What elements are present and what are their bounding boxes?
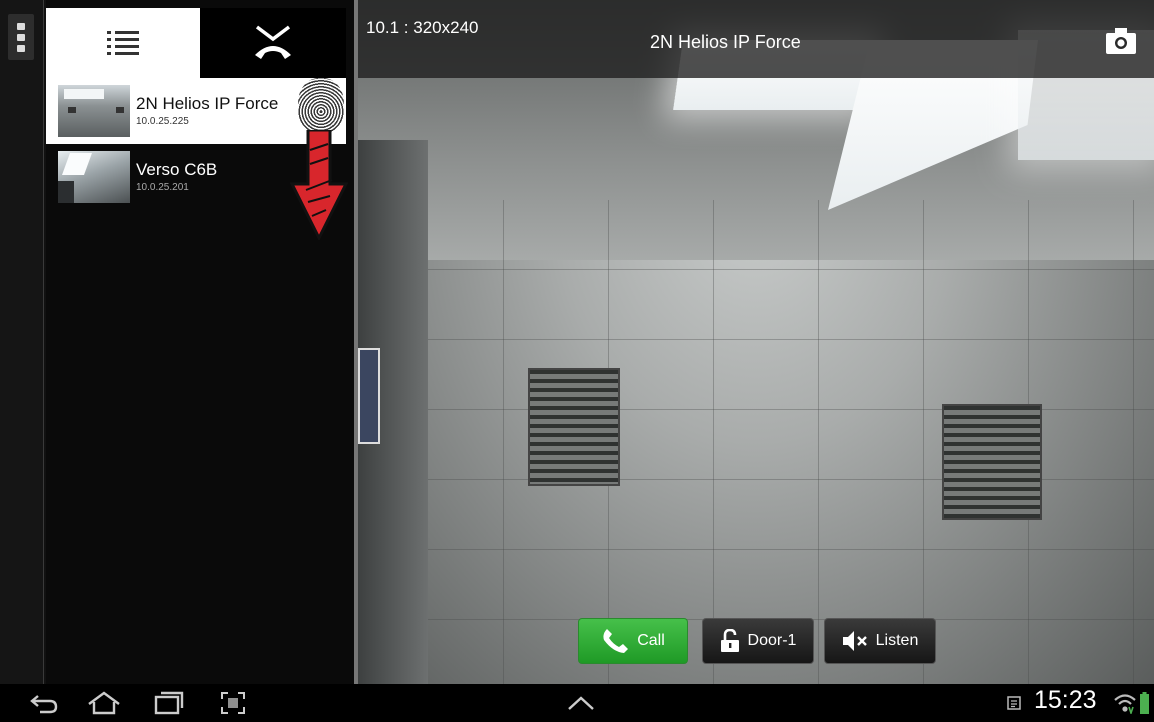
- air-vent: [528, 368, 620, 486]
- up-chevron-icon[interactable]: [566, 690, 596, 716]
- back-icon[interactable]: [28, 690, 60, 716]
- device-thumbnail: [58, 151, 130, 203]
- listen-button[interactable]: Listen: [824, 618, 936, 664]
- wifi-icon: [1112, 690, 1138, 716]
- wall-poster: [358, 348, 380, 444]
- recent-apps-icon[interactable]: [152, 690, 186, 716]
- tab-device-list[interactable]: [46, 8, 200, 78]
- device-thumbnail: [58, 85, 130, 137]
- call-button-label: Call: [637, 632, 665, 649]
- device-ip: 10.0.25.201: [136, 182, 189, 194]
- status-clock: 15:23: [1034, 686, 1097, 714]
- device-ip: 10.0.25.225: [136, 116, 189, 128]
- home-icon[interactable]: [86, 690, 122, 716]
- notification-icon[interactable]: [1004, 690, 1024, 716]
- call-button[interactable]: Call: [578, 618, 688, 664]
- fingerprint-icon: [298, 78, 344, 134]
- device-sidebar: 2N Helios IP Force 10.0.25.225 Verso C6B…: [46, 0, 354, 684]
- camera-view: 10.1 : 320x240 2N Helios IP Force Call D…: [358, 0, 1154, 684]
- stream-resolution: 10.1 : 320x240: [366, 18, 479, 37]
- call-controls: Call Door-1 Listen: [358, 618, 1154, 666]
- list-icon: [107, 31, 139, 55]
- overflow-menu-icon[interactable]: [8, 14, 34, 60]
- hang-up-icon: [255, 25, 291, 59]
- battery-icon: [1138, 690, 1150, 716]
- screenshot-icon[interactable]: [218, 690, 248, 716]
- camera-title: 2N Helios IP Force: [650, 32, 801, 52]
- camera-snapshot-icon[interactable]: [1104, 26, 1138, 56]
- menu-strip: [0, 0, 44, 684]
- device-name: Verso C6B: [136, 160, 218, 180]
- padlock-open-icon: [720, 629, 739, 652]
- app-window: 2N Helios IP Force 10.0.25.225 Verso C6B…: [0, 0, 1154, 684]
- door-1-button-label: Door-1: [747, 632, 797, 649]
- device-name: 2N Helios IP Force: [136, 94, 279, 114]
- door-1-button[interactable]: Door-1: [702, 618, 814, 664]
- phone-icon: [603, 629, 629, 653]
- camera-header: 10.1 : 320x240 2N Helios IP Force: [358, 0, 1154, 78]
- air-vent: [942, 404, 1042, 520]
- tab-hang-up[interactable]: [200, 8, 346, 78]
- speaker-muted-icon: [842, 631, 867, 651]
- sidebar-tabs: [46, 8, 346, 78]
- system-nav-bar: 15:23: [0, 684, 1154, 722]
- swipe-down-arrow-icon: [290, 130, 348, 240]
- listen-button-label: Listen: [875, 632, 919, 649]
